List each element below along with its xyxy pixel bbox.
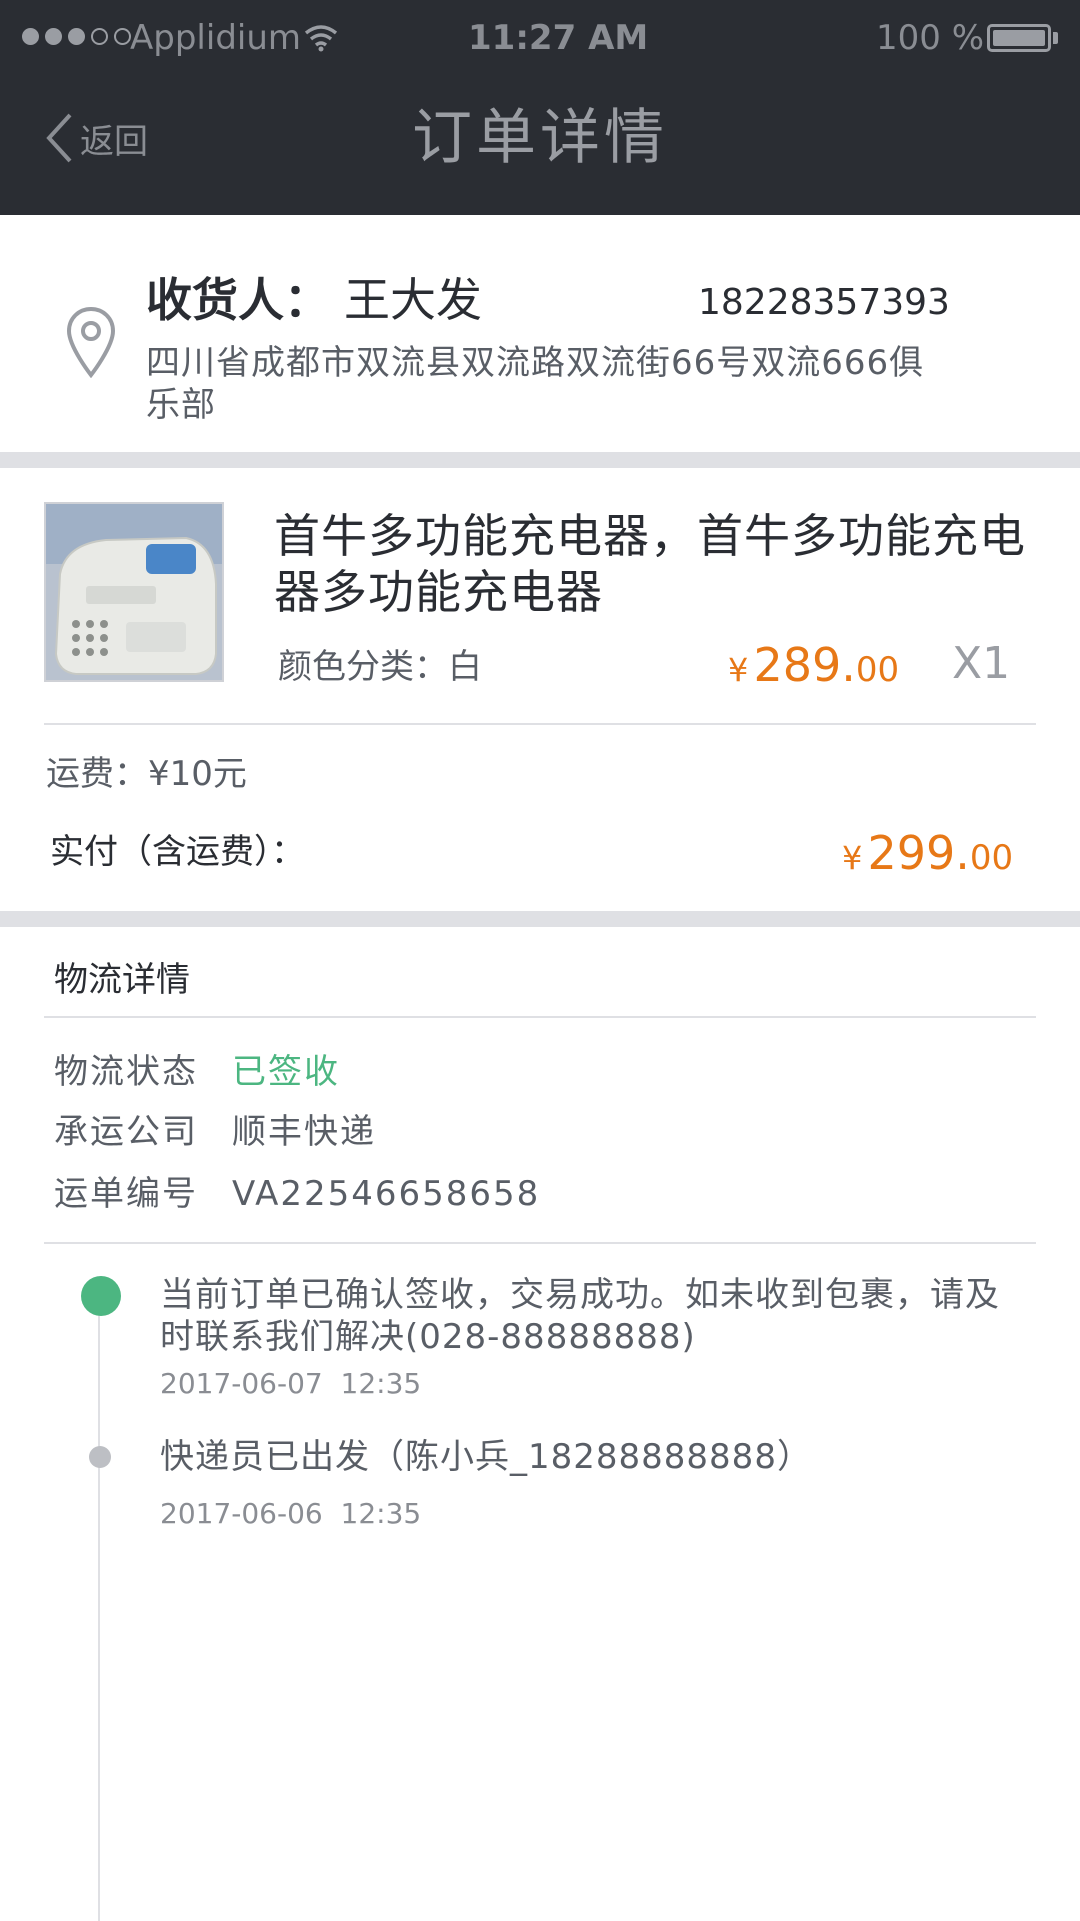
price-integer: 289. bbox=[753, 638, 856, 692]
section-divider bbox=[0, 452, 1080, 468]
tracking-number-label: 运单编号 bbox=[54, 1174, 198, 1214]
product-name[interactable]: 首牛多功能充电器，首牛多功能充电器多功能充电器 bbox=[274, 508, 1034, 620]
receiver-label: 收货人： bbox=[146, 273, 330, 327]
carrier-company-label: 承运公司 bbox=[54, 1112, 198, 1152]
timeline-event-text: 当前订单已确认签收，交易成功。如未收到包裹，请及时联系我们解决(028-8888… bbox=[160, 1275, 1000, 1357]
timeline-dot-current bbox=[81, 1276, 121, 1316]
wifi-icon bbox=[304, 24, 338, 56]
timeline-line bbox=[98, 1296, 100, 1921]
section-divider bbox=[0, 911, 1080, 927]
receiver-address: 四川省成都市双流县双流路双流街66号双流666俱乐部 bbox=[146, 343, 925, 425]
logistics-status-value: 已签收 bbox=[232, 1052, 340, 1092]
charger-product-picture bbox=[46, 504, 222, 680]
paid-amount: ¥ 299.00 bbox=[842, 826, 1013, 880]
timeline-dot bbox=[89, 1446, 111, 1468]
carrier-name: Applidium bbox=[130, 18, 302, 58]
product-price: ¥ 289.00 bbox=[728, 638, 899, 692]
paid-integer: 299. bbox=[867, 826, 970, 880]
divider-line bbox=[44, 1242, 1036, 1244]
battery-icon bbox=[987, 24, 1051, 52]
currency-symbol: ¥ bbox=[842, 839, 863, 877]
status-time: 11:27 AM bbox=[468, 18, 649, 58]
location-pin-icon bbox=[66, 306, 116, 382]
timeline-event-time: 2017-06-06 12:35 bbox=[160, 1497, 422, 1530]
timeline-event-time: 2017-06-07 12:35 bbox=[160, 1367, 422, 1400]
freight-fee: 运费：¥10元 bbox=[46, 754, 247, 794]
page-title: 订单详情 bbox=[412, 103, 668, 173]
battery-tip bbox=[1053, 32, 1058, 44]
price-decimal: 00 bbox=[855, 650, 900, 690]
product-quantity: X1 bbox=[952, 638, 1011, 689]
paid-decimal: 00 bbox=[969, 838, 1014, 878]
logistics-status-label: 物流状态 bbox=[54, 1052, 198, 1092]
currency-symbol: ¥ bbox=[728, 651, 749, 689]
paid-label: 实付（含运费）： bbox=[50, 832, 305, 872]
divider-line bbox=[44, 1016, 1036, 1018]
product-image[interactable] bbox=[44, 502, 224, 682]
timeline-event-text: 快递员已出发（陈小兵_18288888888） bbox=[160, 1437, 812, 1477]
tracking-number-value[interactable]: VA22546658658 bbox=[232, 1172, 540, 1216]
product-spec: 颜色分类：白 bbox=[278, 647, 482, 687]
logistics-title: 物流详情 bbox=[54, 960, 190, 1000]
receiver-phone: 18228357393 bbox=[698, 282, 950, 323]
signal-strength-icon bbox=[22, 28, 131, 45]
receiver-name: 王大发 bbox=[344, 273, 482, 327]
divider-line bbox=[44, 723, 1036, 725]
battery-percentage: 100 % bbox=[876, 18, 985, 58]
carrier-company-value: 顺丰快递 bbox=[232, 1112, 376, 1152]
